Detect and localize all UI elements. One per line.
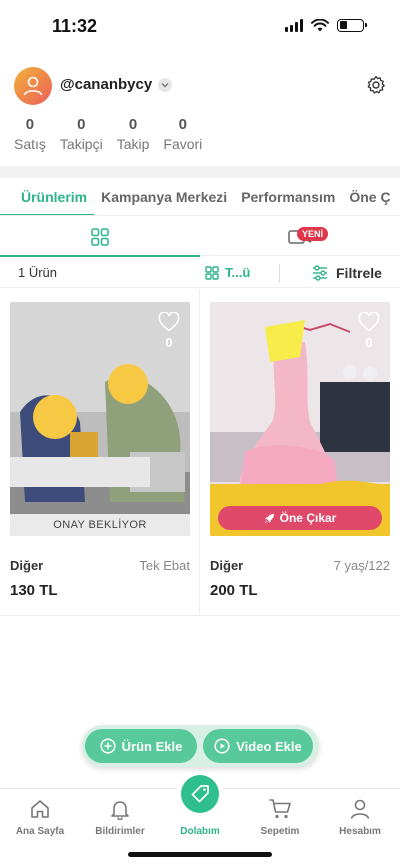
plus-circle-icon — [100, 738, 116, 754]
nav-label: Dolabım — [180, 826, 220, 837]
section-tabs: Ürünlerim Kampanya Merkezi Performansım … — [0, 180, 400, 216]
add-video-button[interactable]: Video Ekle — [203, 729, 313, 763]
product-grid: 0 ONAY BEKLİYOR Diğer Tek Ebat 130 TL 0 … — [0, 290, 400, 616]
stat-label: Favori — [163, 136, 203, 152]
status-bar: 11:32 — [0, 0, 400, 52]
stat-followers[interactable]: 0 Takipçi — [60, 116, 103, 152]
stat-value: 0 — [128, 116, 138, 133]
favorite-toggle[interactable]: 0 — [158, 311, 180, 350]
add-product-button[interactable]: Ürün Ekle — [85, 729, 197, 763]
product-price: 130 TL — [10, 582, 58, 599]
profile-header: @cananbycy 0 Satış 0 Takipçi 0 Takip 0 F… — [0, 64, 400, 164]
stat-value: 0 — [178, 116, 188, 133]
battery-icon — [337, 18, 367, 32]
add-video-label: Video Ekle — [236, 738, 302, 754]
grid-icon — [205, 265, 219, 280]
tab-products[interactable]: Ürünlerim — [0, 180, 95, 215]
grid-view-tab[interactable] — [0, 218, 200, 257]
cart-icon — [269, 799, 291, 819]
nav-label: Ana Sayfa — [15, 826, 65, 837]
nav-label: Bildirimler — [95, 826, 145, 837]
status-icons — [285, 18, 367, 32]
stat-label: Satış — [14, 136, 46, 152]
profile-stats: 0 Satış 0 Takipçi 0 Takip 0 Favori — [0, 116, 202, 152]
status-badge: ONAY BEKLİYOR — [10, 514, 190, 536]
grid-icon — [91, 228, 109, 246]
sort-button[interactable]: T...ü — [205, 265, 250, 280]
play-circle-icon — [214, 738, 230, 754]
product-card[interactable]: 0 Öne Çıkar Diğer 7 yaş/122 200 TL — [200, 290, 400, 616]
nav-label: Sepetim — [260, 826, 300, 837]
filter-label: Filtrele — [336, 264, 382, 281]
rocket-icon — [264, 513, 274, 523]
divider — [279, 264, 280, 283]
tab-performance[interactable]: Performansım — [234, 180, 342, 215]
filter-bar: 1 Ürün T...ü Filtrele — [0, 258, 400, 288]
favorite-count: 0 — [165, 335, 173, 350]
wifi-icon — [311, 18, 329, 31]
product-photo[interactable]: 0 ONAY BEKLİYOR — [10, 302, 190, 536]
product-category: Diğer — [10, 558, 44, 573]
bell-icon — [111, 801, 129, 820]
filter-button[interactable]: Filtrele — [312, 265, 382, 281]
favorite-toggle[interactable]: 0 — [358, 311, 380, 350]
stat-label: Takipçi — [59, 136, 103, 152]
product-size: Tek Ebat — [139, 558, 190, 573]
hanger-tag-icon[interactable] — [181, 775, 219, 813]
sliders-icon — [313, 264, 327, 281]
add-actions: Ürün Ekle Video Ekle — [82, 725, 319, 767]
new-badge: YENİ — [297, 227, 329, 241]
nav-account[interactable]: Hesabım — [320, 797, 400, 837]
nav-cart[interactable]: Sepetim — [240, 797, 320, 837]
tab-campaign-center[interactable]: Kampanya Merkezi — [94, 180, 234, 215]
username: @cananbycy — [60, 76, 153, 93]
stat-label: Takip — [116, 136, 150, 152]
favorite-count: 0 — [365, 335, 373, 350]
add-product-label: Ürün Ekle — [121, 738, 183, 754]
promote-label: Öne Çıkar — [279, 511, 337, 525]
product-size: 7 yaş/122 — [333, 558, 390, 573]
avatar[interactable] — [14, 67, 52, 105]
nav-notifications[interactable]: Bildirimler — [80, 797, 160, 837]
product-category: Diğer — [210, 558, 244, 573]
heart-icon — [358, 311, 380, 332]
stat-value: 0 — [25, 116, 35, 133]
chevron-down-icon[interactable] — [158, 77, 173, 92]
promote-button[interactable]: Öne Çıkar — [218, 506, 382, 530]
sort-label: T...ü — [225, 265, 251, 280]
nav-label: Hesabım — [339, 826, 381, 837]
stat-following[interactable]: 0 Takip — [117, 116, 150, 152]
product-photo[interactable]: 0 Öne Çıkar — [210, 302, 390, 536]
stat-favorites[interactable]: 0 Favori — [163, 116, 202, 152]
username-row[interactable]: @cananbycy — [60, 76, 173, 93]
heart-icon — [158, 311, 180, 332]
tab-featured[interactable]: Öne Ç — [342, 180, 397, 215]
home-indicator[interactable] — [128, 852, 272, 857]
stat-value: 0 — [77, 116, 86, 133]
product-card[interactable]: 0 ONAY BEKLİYOR Diğer Tek Ebat 130 TL — [0, 290, 200, 616]
signal-icon — [285, 18, 303, 32]
divider — [0, 166, 400, 178]
product-count: 1 Ürün — [18, 265, 58, 280]
user-icon — [350, 799, 370, 819]
view-switch: YENİ — [0, 218, 400, 257]
status-time: 11:32 — [52, 16, 98, 36]
gear-icon[interactable] — [366, 75, 386, 95]
nav-home[interactable]: Ana Sayfa — [0, 797, 80, 837]
product-price: 200 TL — [210, 582, 258, 599]
user-silhouette-icon — [23, 76, 43, 96]
home-icon — [31, 800, 49, 818]
stat-sales[interactable]: 0 Satış — [14, 116, 46, 152]
